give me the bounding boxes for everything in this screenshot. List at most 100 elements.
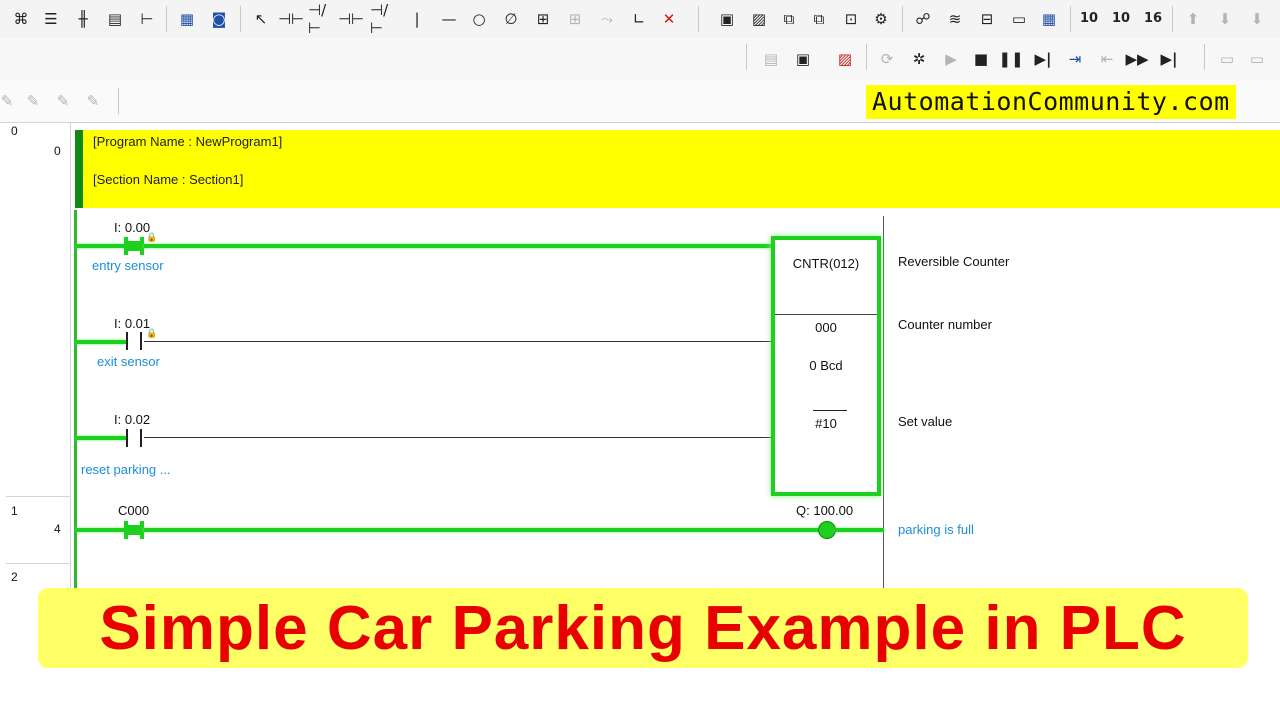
contact-comment: entry sensor [92,258,164,273]
contact-address: I: 0.02 [114,412,151,427]
contact-exit-sensor[interactable] [124,332,144,350]
fb-desc-set: Set value [898,414,953,429]
rung-index: 2 [11,570,18,584]
rung-index: 1 [11,504,18,518]
rung-index: 0 [11,124,18,138]
skip-end-icon[interactable]: ▶| [1156,46,1182,72]
wire-energized [76,436,126,440]
stop-icon[interactable]: ■ [968,46,994,72]
online-disabled-icon[interactable]: ▤ [758,46,784,72]
route-disabled-icon[interactable]: ⤳ [594,6,620,32]
wire-energized [836,528,884,532]
edit3-disabled-icon[interactable]: ✎ [80,88,106,114]
monitor-icon[interactable]: ▨ [746,6,772,32]
line-connect-icon[interactable]: ∟ [626,6,652,32]
select-cursor-icon[interactable]: ↖ [248,6,274,32]
ci-icon[interactable]: ◙ [206,6,232,32]
video-title-banner: Simple Car Parking Example in PLC [38,588,1248,668]
brand-watermark: AutomationCommunity.com [866,85,1236,119]
wire-energized [144,528,818,532]
program-header: [Program Name : NewProgram1] [Section Na… [75,130,1280,208]
hex-display-icon[interactable]: 16 [1140,6,1166,32]
counter-function-block[interactable]: CNTR(012) 000 0 Bcd #10 [771,236,881,496]
wire-energized [76,244,126,248]
sma-icon[interactable]: ▦ [174,6,200,32]
run-icon[interactable]: ▶ [938,46,964,72]
fb-desc-counter: Counter number [898,317,992,332]
wire [144,341,772,342]
compare-icon[interactable]: ⧉ [776,6,802,32]
settings-icon[interactable]: ⚙ [868,6,894,32]
pin-disabled-icon[interactable]: ✎ [0,88,20,114]
contact-nc-icon[interactable]: ⊣/⊢ [308,1,334,37]
wire-energized [144,244,772,248]
contact-entry-sensor[interactable] [124,237,144,255]
force-disabled-icon[interactable]: ⟳ [874,46,900,72]
toolbar-primary: ⌘ ☰ ╫ ▤ ⊢ ▦ ◙ ↖ ⊣⊢ ⊣/⊢ ⊣⊢ ⊣/⊢ | — ○ ∅ ⊞ … [0,0,1280,39]
transfer-disabled-icon[interactable]: ⬇ [1244,6,1270,32]
maximize-disabled-icon[interactable]: ▭ [1244,46,1270,72]
fb-counter-number: 000 [815,320,837,335]
contact-address: I: 0.01 [114,316,151,331]
memory-icon[interactable]: ⊟ [974,6,1000,32]
wire [144,437,772,438]
decimal-display-icon[interactable]: 10 [1076,6,1102,32]
minimize-disabled-icon[interactable]: ▭ [1214,46,1240,72]
upload-disabled-icon[interactable]: ⬆ [1180,6,1206,32]
step-icon[interactable]: ▶| [1030,46,1056,72]
rung-number-column [6,122,71,630]
tree-icon[interactable]: ⊢ [134,6,160,32]
coil-icon[interactable]: ○ [466,6,492,32]
toolbar-online: ▤ ▣ ▨ ⟳ ✲ ▶ ■ ❚❚ ▶| ⇥ ⇤ ▶▶ ▶| ▭ ▭ [0,38,1280,80]
horizontal-line-icon[interactable]: — [436,6,462,32]
step-out-icon[interactable]: ⇤ [1094,46,1120,72]
fb-counter-value: 0 Bcd [809,358,843,373]
contact-or-nc-icon[interactable]: ⊣/⊢ [370,1,396,37]
watch-icon[interactable]: ≋ [942,6,968,32]
contact-counter-c000[interactable] [124,521,144,539]
window-icon[interactable]: ▣ [714,6,740,32]
transfer-icon[interactable]: ⧉ [806,6,832,32]
contact-no-icon[interactable]: ⊣⊢ [278,6,304,32]
edit-disabled-icon[interactable]: ✎ [20,88,46,114]
table-icon[interactable]: ▤ [102,6,128,32]
upload-icon[interactable]: ⊡ [838,6,864,32]
edit2-disabled-icon[interactable]: ✎ [50,88,76,114]
wire-energized [76,340,126,344]
online-icon[interactable]: ▣ [790,46,816,72]
contact-comment: reset parking ... [81,462,171,477]
signed-decimal-icon[interactable]: 10 [1108,6,1134,32]
list-icon[interactable]: ☰ [38,6,64,32]
delete-connection-icon[interactable]: ✕ [656,6,682,32]
contact-reset-parking[interactable] [124,429,144,447]
symbols-icon[interactable]: ⌘ [8,6,34,32]
monitoring-icon[interactable]: ▨ [832,46,858,72]
fb-set-value: #10 [815,416,837,431]
contact-address: C000 [118,503,150,518]
debug-icon[interactable]: ✲ [906,46,932,72]
instruction-icon[interactable]: ⊞ [530,6,556,32]
contact-or-icon[interactable]: ⊣⊢ [338,6,364,32]
fb-desc-name: Reversible Counter [898,254,1010,269]
step-into-icon[interactable]: ⇥ [1062,46,1088,72]
io-table-icon[interactable]: ▭ [1006,6,1032,32]
contact-address: I: 0.00 [114,220,151,235]
pause-icon[interactable]: ❚❚ [998,46,1024,72]
rung-step: 0 [54,144,61,158]
left-power-rail [74,210,77,590]
network-icon[interactable]: ☍ [910,6,936,32]
coil-nc-icon[interactable]: ∅ [498,6,524,32]
grid-icon[interactable]: ▦ [1036,6,1062,32]
section-name: [Section Name : Section1] [93,172,244,187]
download-disabled-icon[interactable]: ⬇ [1212,6,1238,32]
instruction-disabled-icon[interactable]: ⊞ [562,6,588,32]
coil-address: Q: 100.00 [796,503,854,518]
fb-instruction: CNTR(012) [792,256,860,271]
wire-energized [76,528,126,532]
fast-forward-icon[interactable]: ▶▶ [1124,46,1150,72]
ladder-view-icon[interactable]: ╫ [70,6,96,32]
contact-comment: exit sensor [97,354,160,369]
vertical-line-icon[interactable]: | [404,6,430,32]
rung-step: 4 [54,522,61,536]
output-coil[interactable] [818,521,836,539]
